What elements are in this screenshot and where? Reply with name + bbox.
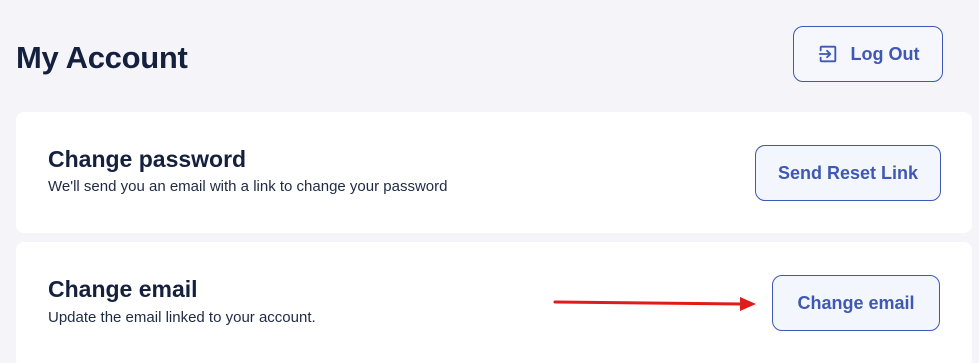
logout-icon xyxy=(817,43,839,65)
logout-button[interactable]: Log Out xyxy=(793,26,943,82)
change-email-description: Update the email linked to your account. xyxy=(48,309,316,326)
change-password-title: Change password xyxy=(48,146,247,172)
page-header: My Account Log Out xyxy=(16,24,943,82)
change-password-description: We'll send you an email with a link to c… xyxy=(48,178,448,195)
change-email-title: Change email xyxy=(48,276,198,302)
change-email-button[interactable]: Change email xyxy=(772,275,940,331)
change-password-card: Change password We'll send you an email … xyxy=(16,112,972,233)
change-email-card: Change email Update the email linked to … xyxy=(16,242,972,363)
logout-label: Log Out xyxy=(850,43,920,64)
send-reset-link-button[interactable]: Send Reset Link xyxy=(755,145,941,201)
page-title: My Account xyxy=(16,40,188,75)
